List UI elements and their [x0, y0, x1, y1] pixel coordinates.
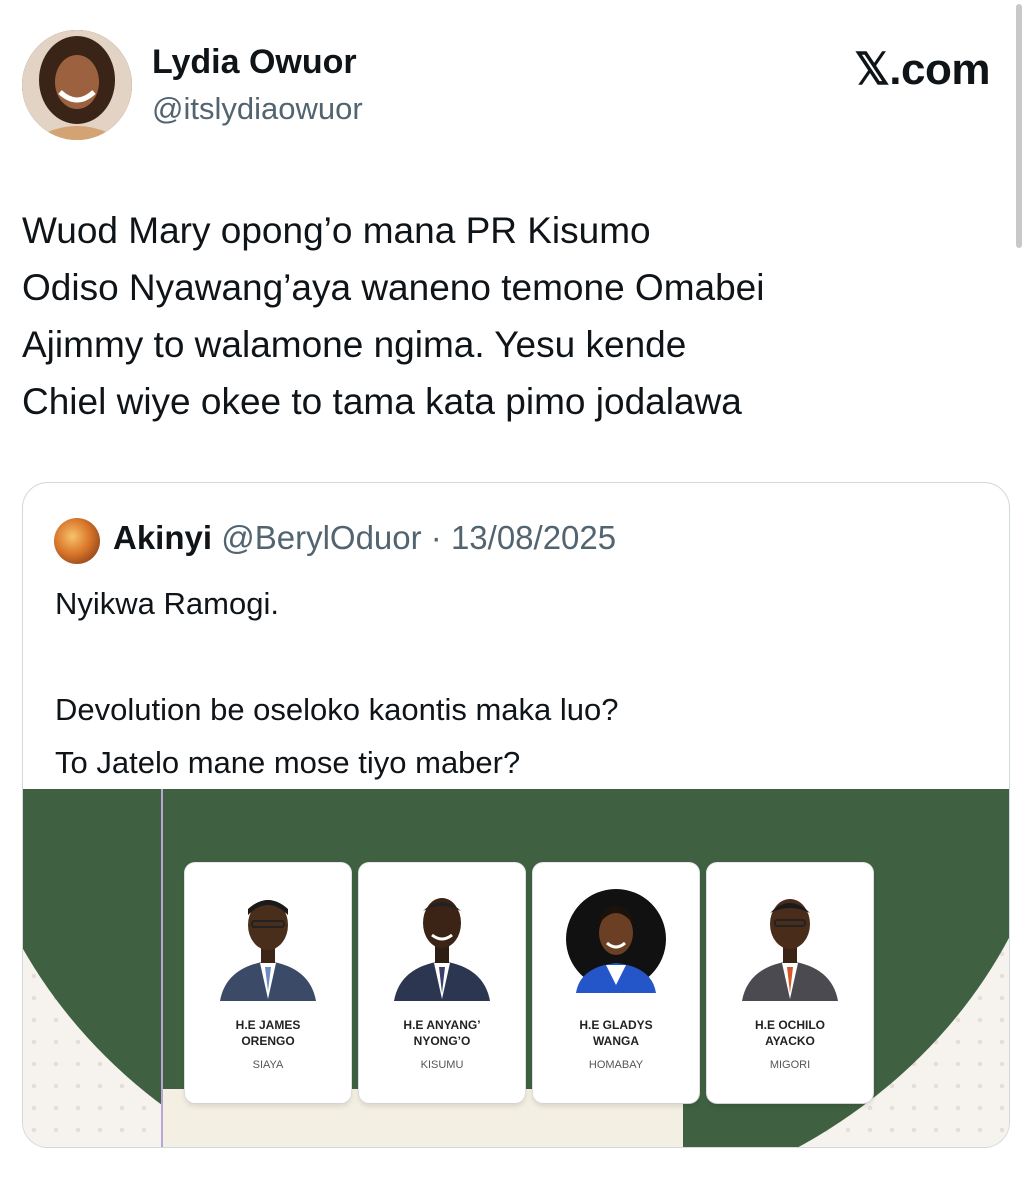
governor-county: KISUMU: [420, 1059, 464, 1071]
quote-line: Devolution be oseloko kaontis maka luo?: [55, 692, 619, 727]
governor-name: H.E JAMES ORENGO: [191, 1017, 345, 1049]
quote-line: [55, 630, 619, 683]
quote-media-image[interactable]: H.E JAMES ORENGO SIAYA H.E ANYANG’ NYONG…: [23, 789, 1009, 1147]
quote-header: Akinyi @BerylOduor · 13/08/2025: [113, 519, 616, 557]
governor-name-line1: H.E ANYANG’: [403, 1018, 481, 1032]
quote-author-name[interactable]: Akinyi: [113, 519, 212, 556]
quoted-tweet[interactable]: Akinyi @BerylOduor · 13/08/2025 Nyikwa R…: [22, 482, 1010, 1148]
governor-name-line1: H.E JAMES: [235, 1018, 301, 1032]
governor-name: H.E GLADYS WANGA: [539, 1017, 693, 1049]
governor-county: MIGORI: [769, 1059, 811, 1071]
quote-line: Nyikwa Ramogi.: [55, 586, 279, 621]
tweet-text: Wuod Mary opong’o mana PR Kisumo Odiso N…: [22, 202, 982, 430]
governor-card: H.E ANYANG’ NYONG’O KISUMU: [359, 863, 525, 1103]
governor-name-line1: H.E GLADYS: [579, 1018, 653, 1032]
governor-name-line2: WANGA: [593, 1034, 639, 1048]
x-brand-logo: 𝕏.com: [854, 45, 990, 94]
governor-card: H.E JAMES ORENGO SIAYA: [185, 863, 351, 1103]
governor-county: HOMABAY: [588, 1059, 644, 1071]
scrollbar[interactable]: [1016, 4, 1022, 248]
tweet-line: Odiso Nyawang’aya waneno temone Omabei: [22, 267, 765, 308]
governor-card: H.E OCHILO AYACKO MIGORI: [707, 863, 873, 1103]
tweet-line: Wuod Mary opong’o mana PR Kisumo: [22, 210, 651, 251]
governor-name-line1: H.E OCHILO: [754, 1018, 825, 1032]
author-avatar[interactable]: [22, 30, 132, 140]
governor-name-line2: AYACKO: [765, 1034, 815, 1048]
quote-line: To Jatelo mane mose tiyo maber?: [55, 745, 521, 780]
quote-author-meta: @BerylOduor · 13/08/2025: [221, 519, 617, 556]
governor-portrait: [392, 881, 492, 1001]
tweet-line: Ajimmy to walamone ngima. Yesu kende: [22, 324, 687, 365]
governor-card: H.E GLADYS WANGA HOMABAY: [533, 863, 699, 1103]
governor-portrait: [566, 881, 666, 1001]
tweet-line: Chiel wiye okee to tama kata pimo jodala…: [22, 381, 742, 422]
author-name[interactable]: Lydia Owuor: [152, 43, 357, 82]
governor-county: SIAYA: [252, 1059, 284, 1071]
governor-name-line2: ORENGO: [241, 1034, 295, 1048]
quote-text: Nyikwa Ramogi. Devolution be oseloko kao…: [55, 577, 619, 789]
author-handle[interactable]: @itslydiaowuor: [152, 91, 363, 127]
governor-name: H.E ANYANG’ NYONG’O: [365, 1017, 519, 1049]
quote-author-avatar[interactable]: [54, 518, 100, 564]
governor-portrait: [740, 881, 840, 1001]
governor-portrait: [218, 881, 318, 1001]
governor-name-line2: NYONG’O: [413, 1034, 471, 1048]
governor-name: H.E OCHILO AYACKO: [713, 1017, 867, 1049]
divider-line: [161, 789, 163, 1147]
